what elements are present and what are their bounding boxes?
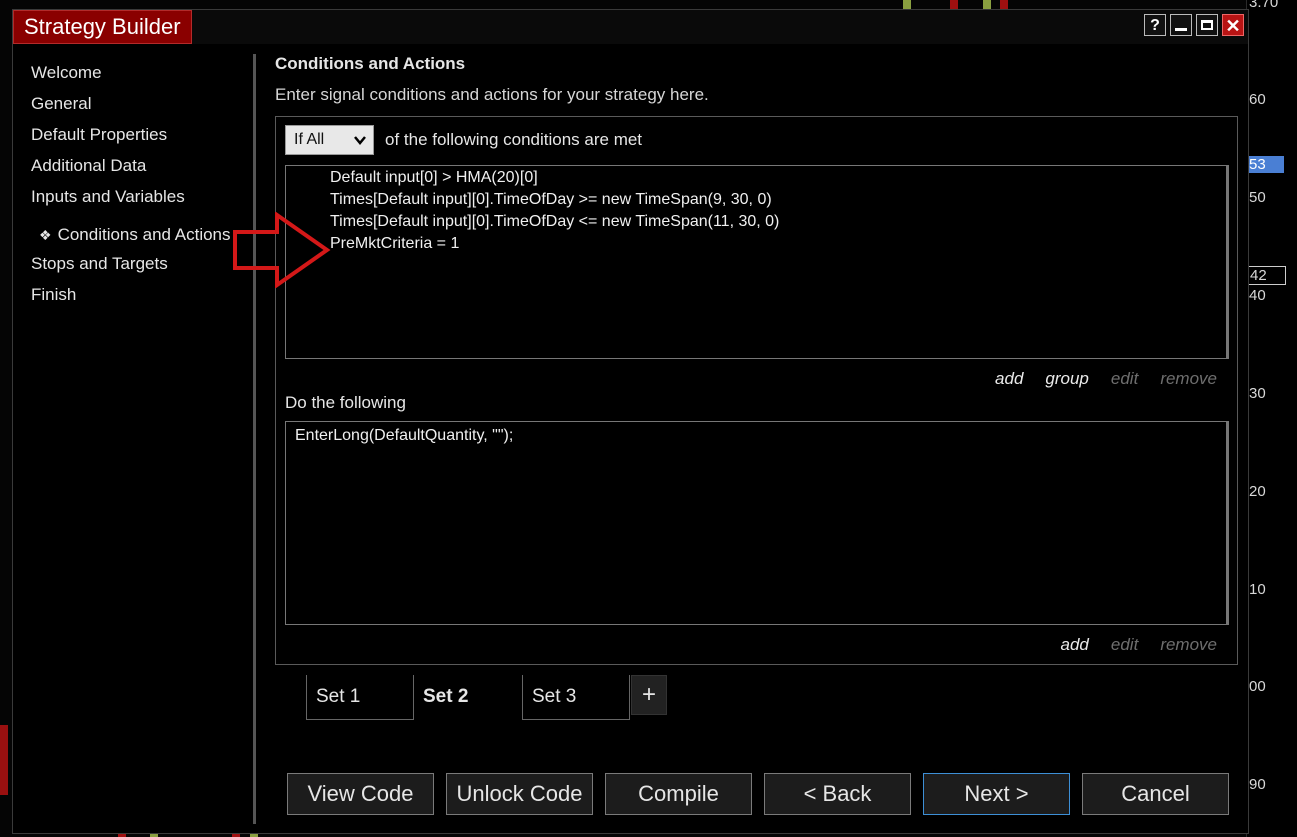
set-tabs: Set 1 Set 2 Set 3 + — [306, 675, 667, 720]
edit-action-link[interactable]: edit — [1111, 635, 1138, 655]
candle — [1000, 0, 1008, 9]
window-controls: ? ✕ — [1144, 14, 1244, 36]
condition-actions: add group edit remove — [995, 369, 1217, 389]
tab-set-1[interactable]: Set 1 — [306, 675, 414, 720]
conditions-list[interactable]: Default input[0] > HMA(20)[0] Times[Defa… — [285, 165, 1229, 359]
nav-divider — [253, 54, 256, 824]
remove-action-link[interactable]: remove — [1160, 635, 1217, 655]
edit-condition-link[interactable]: edit — [1111, 369, 1138, 389]
condition-item[interactable]: Times[Default input][0].TimeOfDay <= new… — [286, 211, 1226, 233]
conditions-panel: If All of the following conditions are m… — [275, 116, 1238, 665]
tab-set-2[interactable]: Set 2 — [414, 675, 522, 720]
maximize-button[interactable] — [1196, 14, 1218, 36]
axis-tick: 90 — [1249, 776, 1266, 793]
title-bar[interactable]: Strategy Builder ? ✕ — [13, 10, 1248, 44]
close-button[interactable]: ✕ — [1222, 14, 1244, 36]
add-set-button[interactable]: + — [631, 675, 667, 715]
candle — [983, 0, 991, 9]
tab-set-3[interactable]: Set 3 — [522, 675, 630, 720]
actions-list[interactable]: EnterLong(DefaultQuantity, ""); — [285, 421, 1229, 625]
axis-tick-highlight: 53 — [1247, 156, 1284, 173]
nav-item-finish[interactable]: Finish — [31, 282, 261, 313]
help-button[interactable]: ? — [1144, 14, 1166, 36]
condition-item[interactable]: PreMktCriteria = 1 — [286, 233, 1226, 255]
strategy-builder-window: Strategy Builder ? ✕ Welcome General Def… — [12, 9, 1249, 834]
back-button[interactable]: < Back — [764, 773, 911, 815]
nav-item-general[interactable]: General — [31, 91, 261, 122]
minimize-button[interactable] — [1170, 14, 1192, 36]
annotation-arrow-icon — [233, 212, 331, 288]
axis-tick: 20 — [1249, 483, 1266, 500]
wizard-nav: Welcome General Default Properties Addit… — [31, 60, 261, 313]
condition-item[interactable]: Times[Default input][0].TimeOfDay >= new… — [286, 189, 1226, 211]
maximize-icon — [1201, 20, 1213, 30]
cancel-button[interactable]: Cancel — [1082, 773, 1229, 815]
remove-condition-link[interactable]: remove — [1160, 369, 1217, 389]
candle — [950, 0, 958, 9]
action-actions: add edit remove — [1061, 635, 1217, 655]
condition-mode-select[interactable]: If All — [285, 125, 374, 155]
axis-tick: 50 — [1249, 189, 1266, 206]
nav-item-welcome[interactable]: Welcome — [31, 60, 261, 91]
add-condition-link[interactable]: add — [995, 369, 1023, 389]
nav-item-inputs-and-variables[interactable]: Inputs and Variables — [31, 184, 261, 215]
plus-icon: + — [641, 681, 656, 708]
axis-tick: 30 — [1249, 385, 1266, 402]
view-code-button[interactable]: View Code — [287, 773, 434, 815]
page-subtitle: Enter signal conditions and actions for … — [275, 85, 709, 104]
axis-tick: 40 — [1249, 287, 1266, 304]
window-title: Strategy Builder — [13, 10, 192, 44]
diamond-bullet-icon: ❖ — [39, 227, 52, 243]
candle — [903, 0, 911, 9]
candle — [0, 725, 8, 795]
condition-mode-label: of the following conditions are met — [385, 130, 643, 149]
action-item[interactable]: EnterLong(DefaultQuantity, ""); — [286, 422, 1226, 445]
nav-item-label: Conditions and Actions — [57, 225, 231, 244]
axis-tick: 10 — [1249, 581, 1266, 598]
axis-tick: 60 — [1249, 91, 1266, 108]
nav-item-default-properties[interactable]: Default Properties — [31, 122, 261, 153]
minimize-icon — [1175, 28, 1187, 31]
nav-item-conditions-and-actions[interactable]: ❖ Conditions and Actions — [31, 215, 261, 251]
group-condition-link[interactable]: group — [1045, 369, 1088, 389]
condition-item[interactable]: Default input[0] > HMA(20)[0] — [286, 167, 1226, 189]
condition-mode-value: If All — [294, 131, 325, 148]
nav-item-additional-data[interactable]: Additional Data — [31, 153, 261, 184]
unlock-code-button[interactable]: Unlock Code — [446, 773, 593, 815]
nav-item-stops-and-targets[interactable]: Stops and Targets — [31, 251, 261, 282]
axis-tick: 00 — [1249, 678, 1266, 695]
close-icon: ✕ — [1225, 16, 1241, 36]
price-axis: 3.70 60 53 50 42 40 30 20 10 00 90 — [1245, 0, 1297, 837]
axis-tick-marker: 42 — [1245, 266, 1286, 285]
footer-buttons: View Code Unlock Code Compile < Back Nex… — [287, 773, 1229, 815]
next-button[interactable]: Next > — [923, 773, 1070, 815]
chevron-down-icon — [353, 126, 367, 163]
actions-label: Do the following — [285, 393, 406, 412]
axis-tick: 3.70 — [1249, 0, 1279, 11]
compile-button[interactable]: Compile — [605, 773, 752, 815]
page-title: Conditions and Actions — [275, 54, 466, 73]
add-action-link[interactable]: add — [1061, 635, 1089, 655]
